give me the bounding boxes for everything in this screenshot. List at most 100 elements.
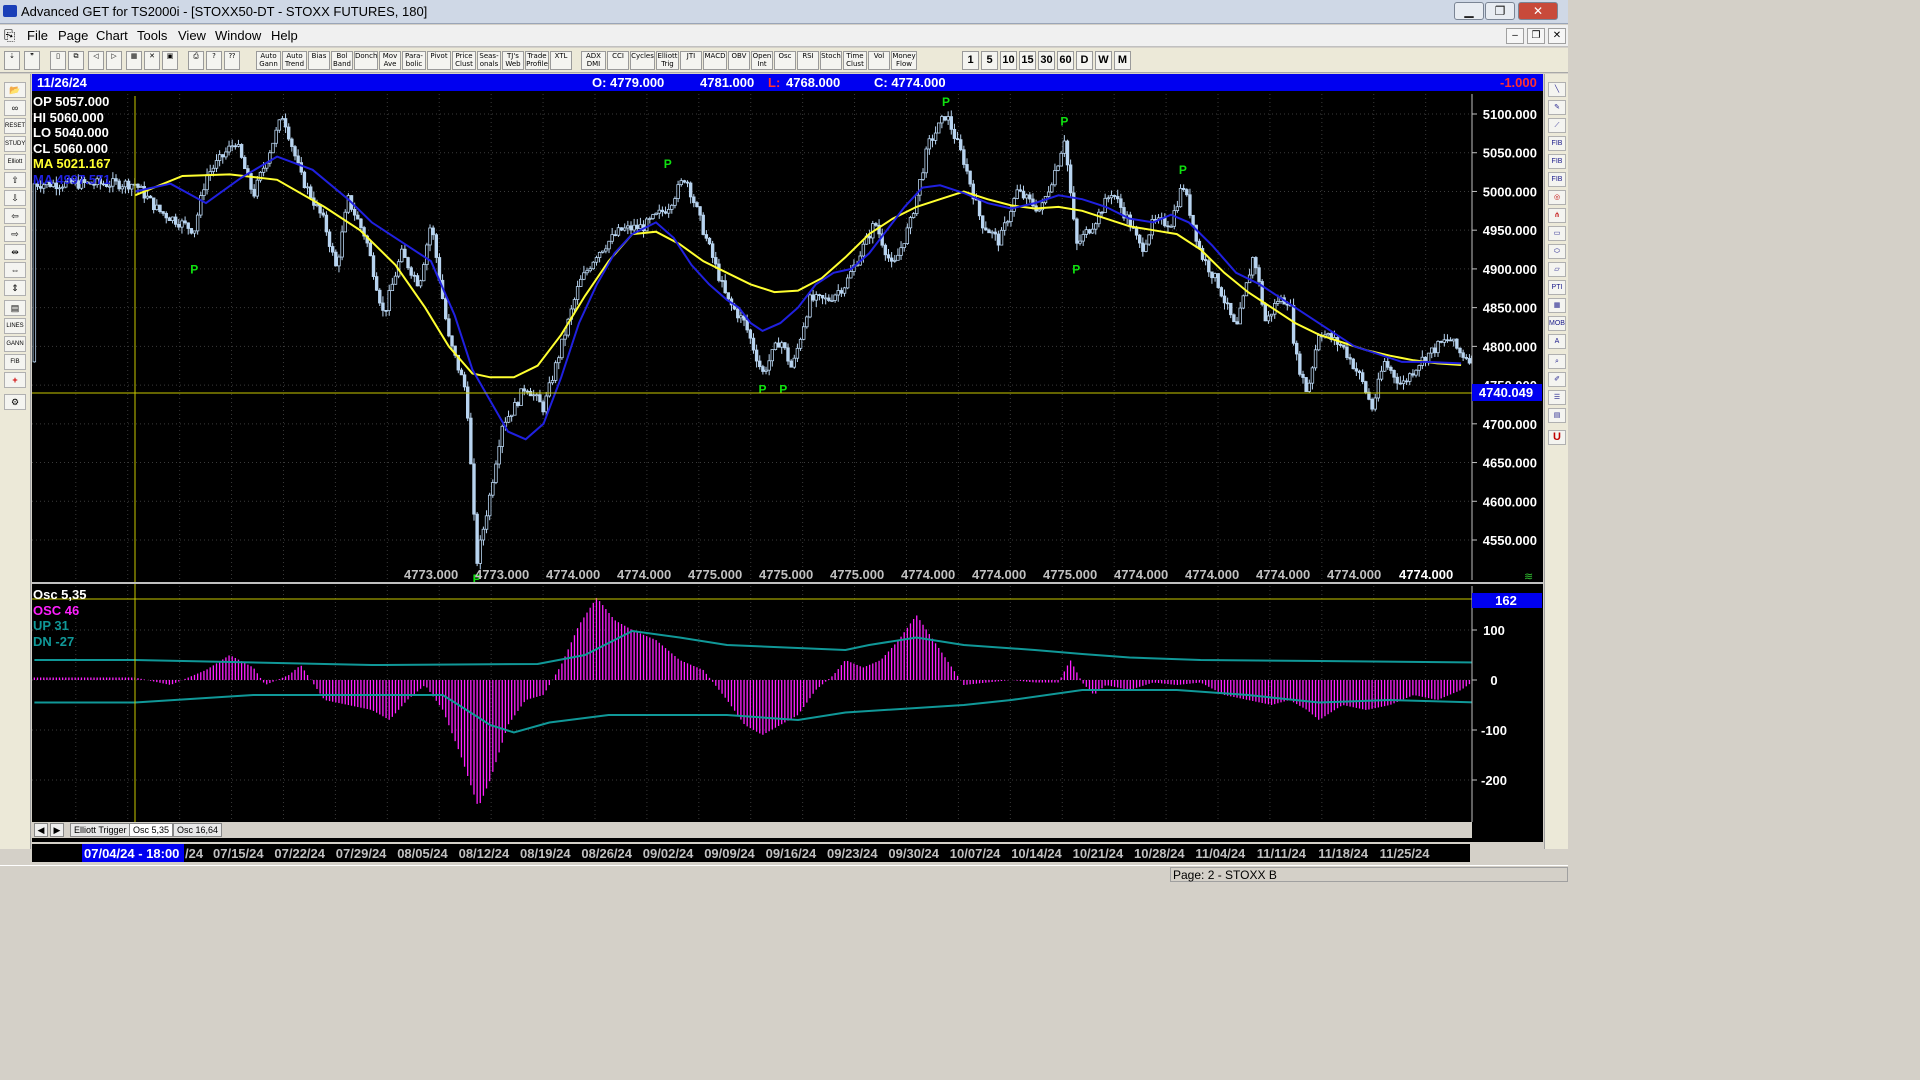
study-button-22[interactable]: RSI bbox=[797, 51, 819, 70]
open-icon[interactable]: 📂 bbox=[4, 82, 26, 98]
fib-ext-button[interactable]: FIB bbox=[1548, 154, 1566, 169]
study-button-17[interactable]: JTI bbox=[680, 51, 702, 70]
context-help-icon[interactable]: ⁇ bbox=[224, 51, 240, 70]
back-icon[interactable]: ◁ bbox=[88, 51, 104, 70]
cross-icon[interactable]: ✕ bbox=[144, 51, 160, 70]
study-button-7[interactable]: Pivot bbox=[427, 51, 451, 70]
study-button-5[interactable]: Mov Ave bbox=[379, 51, 401, 70]
study-button-19[interactable]: OBV bbox=[728, 51, 750, 70]
price-chart[interactable]: PPPP PPPPP OP 5057.000 HI 5060.000 LO 504… bbox=[32, 74, 1543, 842]
grid-icon[interactable]: ▦ bbox=[126, 51, 142, 70]
lines-button[interactable]: LINES bbox=[4, 318, 26, 334]
fan-icon[interactable]: ⋔ bbox=[1548, 208, 1566, 223]
tab-prev-button[interactable]: ◀ bbox=[34, 823, 48, 837]
maximize-button[interactable]: ❐ bbox=[1485, 2, 1515, 20]
timeframe-5[interactable]: 5 bbox=[981, 51, 998, 70]
mob-button[interactable]: MOB bbox=[1548, 316, 1566, 331]
grid-tool-icon[interactable]: ▦ bbox=[1548, 298, 1566, 313]
elliott-button[interactable]: Elliott bbox=[4, 154, 26, 170]
timeframe-15[interactable]: 15 bbox=[1019, 51, 1036, 70]
zoom-icon[interactable]: ⌕ bbox=[1548, 354, 1566, 369]
magnet-icon[interactable]: U bbox=[1548, 430, 1566, 445]
study-button-4[interactable]: Donch bbox=[354, 51, 378, 70]
study-button-3[interactable]: Bol Band bbox=[331, 51, 353, 70]
vertical-expand-icon[interactable]: ⇕ bbox=[4, 280, 26, 296]
study-button-25[interactable]: Vol bbox=[868, 51, 890, 70]
study-button-15[interactable]: Cycles bbox=[630, 51, 655, 70]
new-page-icon[interactable]: ▯ bbox=[50, 51, 66, 70]
menu-help[interactable]: Help bbox=[271, 28, 298, 43]
study-button[interactable]: STUDY bbox=[4, 136, 26, 152]
line-tool-icon[interactable]: ╲ bbox=[1548, 82, 1566, 97]
menu-page[interactable]: Page bbox=[58, 28, 88, 43]
text-tool-icon[interactable]: A bbox=[1548, 334, 1566, 349]
tab-osc-16-64[interactable]: Osc 16,64 bbox=[173, 823, 223, 837]
properties-icon[interactable]: ⚙ bbox=[4, 394, 26, 410]
study-button-11[interactable]: Trade Profile bbox=[525, 51, 549, 70]
arrow-right-icon[interactable]: ⇨ bbox=[4, 226, 26, 242]
study-button-13[interactable]: ADX DMI bbox=[581, 51, 606, 70]
study-button-21[interactable]: Osc bbox=[774, 51, 796, 70]
minimize-button[interactable]: ▁ bbox=[1454, 2, 1484, 20]
study-button-16[interactable]: Elliott Trig bbox=[656, 51, 679, 70]
timeframe-W[interactable]: W bbox=[1095, 51, 1112, 70]
study-button-12[interactable]: XTL bbox=[550, 51, 572, 70]
study-button-20[interactable]: Open Int bbox=[751, 51, 773, 70]
print-icon[interactable]: ⎙ bbox=[188, 51, 204, 70]
study-button-8[interactable]: Price Clust bbox=[452, 51, 476, 70]
study-button-18[interactable]: MACD bbox=[703, 51, 727, 70]
layout-icon[interactable]: ▣ bbox=[162, 51, 178, 70]
timeframe-1[interactable]: 1 bbox=[962, 51, 979, 70]
study-button-26[interactable]: Money Flow bbox=[891, 51, 917, 70]
pointer-icon[interactable]: ⇣ bbox=[4, 51, 20, 70]
arrow-down-icon[interactable]: ⇩ bbox=[4, 190, 26, 206]
study-button-9[interactable]: Seas-onals bbox=[477, 51, 501, 70]
mdi-minimize-button[interactable]: – bbox=[1506, 28, 1524, 44]
menu-file[interactable]: File bbox=[27, 28, 48, 43]
reset-button[interactable]: RESET bbox=[4, 118, 26, 134]
ellipse-button[interactable]: ⬭ bbox=[1548, 244, 1566, 259]
mdi-close-button[interactable]: ✕ bbox=[1548, 28, 1566, 44]
channel-icon[interactable]: ▱ bbox=[1548, 262, 1566, 277]
document-icon[interactable]: ⎘ bbox=[4, 27, 15, 44]
menu-window[interactable]: Window bbox=[215, 28, 261, 43]
fib-button[interactable]: FIB bbox=[4, 354, 26, 370]
pti-button[interactable]: PTI bbox=[1548, 280, 1566, 295]
tab-next-button[interactable]: ▶ bbox=[50, 823, 64, 837]
tab-elliott-trigger[interactable]: Elliott Trigger bbox=[70, 823, 131, 837]
crosshair-icon[interactable]: + bbox=[4, 372, 26, 388]
timeframe-60[interactable]: 60 bbox=[1057, 51, 1074, 70]
study-button-14[interactable]: CCI bbox=[607, 51, 629, 70]
study-button-24[interactable]: Time Clust bbox=[843, 51, 867, 70]
mdi-restore-button[interactable]: ❐ bbox=[1527, 28, 1545, 44]
pencil-icon[interactable]: ✎ bbox=[1548, 100, 1566, 115]
forward-icon[interactable]: ▷ bbox=[106, 51, 122, 70]
table-icon[interactable]: ▤ bbox=[4, 300, 26, 316]
trendline-icon[interactable]: ⟋ bbox=[1548, 118, 1566, 133]
fib-ret-button[interactable]: FIB bbox=[1548, 136, 1566, 151]
rectangle-icon[interactable]: ▭ bbox=[1548, 226, 1566, 241]
arrow-left-icon[interactable]: ⇦ bbox=[4, 208, 26, 224]
study-button-2[interactable]: Bias bbox=[308, 51, 330, 70]
notes-icon[interactable]: ▤ bbox=[1548, 408, 1566, 423]
study-button-23[interactable]: Stoch bbox=[820, 51, 842, 70]
close-button[interactable]: ✕ bbox=[1518, 2, 1558, 20]
timeframe-30[interactable]: 30 bbox=[1038, 51, 1055, 70]
menu-tools[interactable]: Tools bbox=[137, 28, 167, 43]
quote-icon[interactable]: ❞ bbox=[24, 51, 40, 70]
arrow-up-icon[interactable]: ⇧ bbox=[4, 172, 26, 188]
tab-osc-5-35[interactable]: Osc 5,35 bbox=[129, 823, 174, 837]
list-icon[interactable]: ☰ bbox=[1548, 390, 1566, 405]
timeframe-D[interactable]: D bbox=[1076, 51, 1093, 70]
compress-icon[interactable]: ⇹ bbox=[4, 244, 26, 260]
glasses-icon[interactable]: ∞ bbox=[4, 100, 26, 116]
highlighter-icon[interactable]: ✐ bbox=[1548, 372, 1566, 387]
study-button-0[interactable]: Auto Gann bbox=[256, 51, 281, 70]
help-icon[interactable]: ? bbox=[206, 51, 222, 70]
menu-chart[interactable]: Chart bbox=[96, 28, 128, 43]
expand-icon[interactable]: ⇔ bbox=[4, 262, 26, 278]
study-button-6[interactable]: Para-bolic bbox=[402, 51, 426, 70]
study-button-1[interactable]: Auto Trend bbox=[282, 51, 307, 70]
timeframe-M[interactable]: M bbox=[1114, 51, 1131, 70]
study-button-10[interactable]: TJ's Web bbox=[502, 51, 524, 70]
